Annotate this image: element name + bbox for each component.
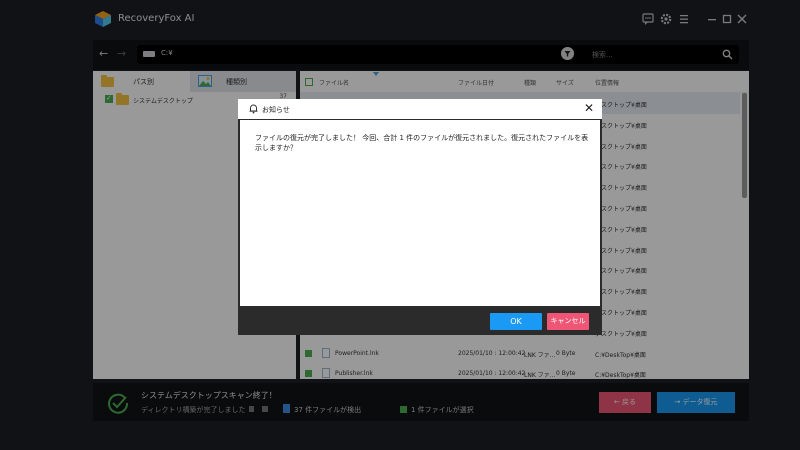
notice-dialog: お知らせ ✕ ファイルの復元が完了しました！ 今回、合計 1 件のファイルが復元…	[238, 99, 602, 335]
dialog-body: ファイルの復元が完了しました！ 今回、合計 1 件のファイルが復元されました。復…	[240, 120, 600, 306]
dialog-close-icon[interactable]: ✕	[582, 101, 596, 115]
dialog-message: ファイルの復元が完了しました！ 今回、合計 1 件のファイルが復元されました。復…	[255, 134, 589, 152]
app-window: RecoveryFox AI ← → C:¥ 検索... パス別 種類別 ✓ シ…	[0, 0, 800, 450]
cancel-button[interactable]: キャンセル	[547, 313, 589, 330]
dialog-title: お知らせ	[262, 106, 290, 114]
ok-button[interactable]: OK	[490, 313, 542, 330]
bell-icon	[249, 104, 258, 114]
dialog-header: お知らせ ✕	[238, 99, 602, 119]
